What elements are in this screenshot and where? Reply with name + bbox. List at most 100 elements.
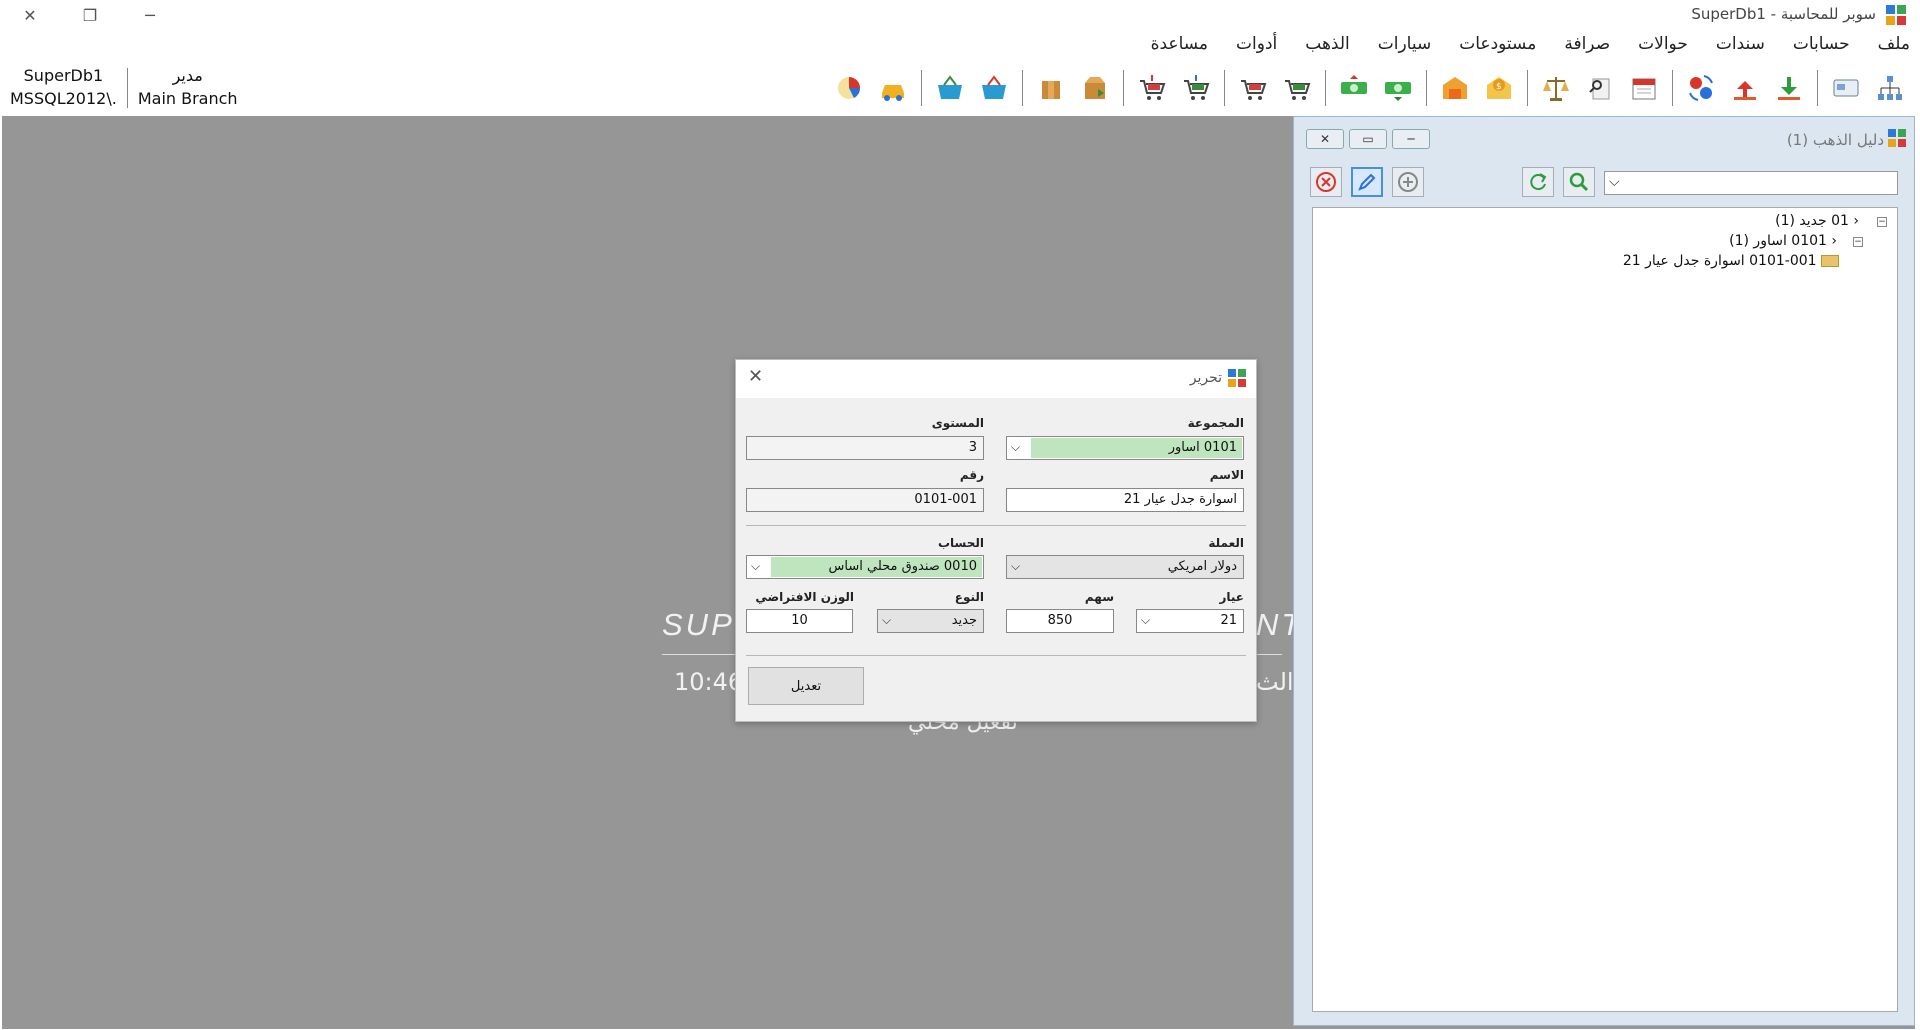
- warehouse-icon[interactable]: [1438, 71, 1472, 105]
- dialog-title: تحرير: [1189, 370, 1222, 386]
- chevron-down-icon[interactable]: ⌵: [1609, 174, 1620, 190]
- calendar-icon[interactable]: [1627, 71, 1661, 105]
- box-icon[interactable]: [1034, 71, 1068, 105]
- org-chart-icon[interactable]: [1873, 71, 1907, 105]
- number-field[interactable]: 0101-001: [746, 488, 984, 512]
- cart-4-icon[interactable]: [1135, 71, 1169, 105]
- delete-icon: [1316, 172, 1336, 192]
- menu-file[interactable]: ملف: [1878, 34, 1910, 60]
- cart-3-icon[interactable]: [1179, 71, 1213, 105]
- cash-out-icon[interactable]: [1337, 71, 1371, 105]
- menu-warehouses[interactable]: مستودعات: [1459, 34, 1536, 60]
- car-icon[interactable]: [876, 71, 910, 105]
- karat-select[interactable]: 21 ⌵: [1136, 609, 1244, 633]
- edit-dialog: ✕ تحرير المجموعة 0101 اساور ⌵ المستوى 3 …: [735, 359, 1257, 722]
- db-name: SuperDb1: [23, 66, 104, 85]
- name-field[interactable]: اسوارة جدل عيار 21: [1006, 488, 1244, 512]
- user-info: مدير Main Branch: [128, 64, 248, 114]
- basket-2-icon[interactable]: [933, 71, 967, 105]
- menu-accounts[interactable]: حسابات: [1793, 34, 1850, 60]
- search-input[interactable]: ⌵: [1604, 171, 1898, 195]
- cart-1-icon[interactable]: [1280, 71, 1314, 105]
- number-label: رقم: [959, 468, 984, 482]
- panel-close-button[interactable]: ✕: [1306, 129, 1344, 149]
- tree-node-level-0[interactable]: ‹ 01 جديد (1): [1775, 213, 1859, 229]
- chevron-left-icon: ‹: [1848, 213, 1859, 229]
- chevron-down-icon: ⌵: [1011, 559, 1021, 573]
- panel-minimize-button[interactable]: ─: [1392, 129, 1430, 149]
- toolbar-divider: [1672, 70, 1673, 106]
- group-label: المجموعة: [1187, 416, 1244, 430]
- arrow-down-icon[interactable]: [1772, 71, 1806, 105]
- pencil-icon: [1358, 173, 1376, 191]
- search-doc-icon[interactable]: [1583, 71, 1617, 105]
- toolbar-divider: [1817, 70, 1818, 106]
- folder-icon: [1821, 255, 1839, 267]
- edit-button[interactable]: [1351, 167, 1383, 197]
- card-icon[interactable]: [1829, 71, 1863, 105]
- weight-field[interactable]: 10: [746, 609, 853, 633]
- karat-value: 21: [1220, 613, 1237, 628]
- type-value: جديد: [951, 613, 977, 628]
- gold-tree: − ‹ 01 جديد (1) − ‹ 0101 اساور (1) 0101-…: [1312, 207, 1898, 1012]
- maximize-window-button[interactable]: ❐: [60, 0, 120, 30]
- gold-guide-panel: ✕ ▭ ─ دليل الذهب (1) ⌵ − ‹ 01 جديد (1) −…: [1293, 116, 1915, 1026]
- box-transfer-icon[interactable]: [1078, 71, 1112, 105]
- title-bar: ✕ ❐ ─ سوبر للمحاسبة - SuperDb1: [0, 0, 1920, 30]
- search-icon: [1569, 172, 1589, 192]
- account-select[interactable]: 0010 صندوق محلي اساس ⌵: [746, 555, 984, 579]
- level-field[interactable]: 3: [746, 436, 984, 460]
- tree-node-level-1[interactable]: ‹ 0101 اساور (1): [1729, 233, 1837, 249]
- basket-1-icon[interactable]: [977, 71, 1011, 105]
- scale-icon[interactable]: [1539, 71, 1573, 105]
- search-button[interactable]: [1563, 167, 1595, 197]
- exchange-icon[interactable]: [1684, 71, 1718, 105]
- submit-edit-button[interactable]: تعديل: [748, 667, 864, 705]
- share-field[interactable]: 850: [1006, 609, 1114, 633]
- dialog-divider: [746, 655, 1246, 656]
- karat-label: عيار: [1219, 590, 1244, 604]
- menu-bar: ملف حسابات سندات حوالات صرافة مستودعات س…: [1151, 34, 1910, 60]
- session-info: SuperDb1 MSSQL2012\. مدير Main Branch: [0, 64, 248, 114]
- type-label: النوع: [954, 590, 984, 604]
- refresh-button[interactable]: [1522, 167, 1554, 197]
- dialog-close-button[interactable]: ✕: [748, 366, 763, 387]
- menu-vouchers[interactable]: سندات: [1716, 34, 1765, 60]
- menu-help[interactable]: مساعدة: [1151, 34, 1208, 60]
- chart-icon[interactable]: [832, 71, 866, 105]
- group-select[interactable]: 0101 اساور ⌵: [1006, 436, 1244, 460]
- currency-select[interactable]: دولار امريكي ⌵: [1006, 555, 1244, 579]
- menu-gold[interactable]: الذهب: [1305, 34, 1349, 60]
- minimize-window-button[interactable]: ─: [120, 0, 180, 30]
- level-label: المستوى: [931, 416, 984, 430]
- cart-2-icon[interactable]: [1236, 71, 1270, 105]
- cash-in-icon[interactable]: [1381, 71, 1415, 105]
- splash-day: الث: [1256, 668, 1294, 696]
- name-label: الاسم: [1209, 468, 1244, 482]
- arrow-up-icon[interactable]: [1728, 71, 1762, 105]
- type-select[interactable]: جديد ⌵: [877, 609, 984, 633]
- tree-expander[interactable]: −: [1853, 237, 1863, 247]
- user-name: مدير: [172, 66, 203, 85]
- window-title: سوبر للمحاسبة - SuperDb1: [1691, 5, 1876, 23]
- tree-expander[interactable]: −: [1877, 217, 1887, 227]
- db-info: SuperDb1 MSSQL2012\.: [0, 64, 127, 114]
- chevron-down-icon: ⌵: [882, 613, 892, 627]
- tree-node-level-2[interactable]: 0101-001 اسوارة جدل عيار 21: [1623, 253, 1839, 269]
- app-logo-icon: [1886, 5, 1906, 25]
- panel-restore-button[interactable]: ▭: [1349, 129, 1387, 149]
- server-name: MSSQL2012\.: [10, 89, 117, 108]
- coin-envelope-icon[interactable]: $: [1482, 71, 1516, 105]
- chevron-down-icon: ⌵: [1141, 613, 1151, 627]
- toolbar-divider: [1123, 70, 1124, 106]
- add-button[interactable]: [1392, 167, 1424, 197]
- delete-button[interactable]: [1310, 167, 1342, 197]
- menu-cars[interactable]: سيارات: [1378, 34, 1432, 60]
- menu-transfers[interactable]: حوالات: [1638, 34, 1688, 60]
- splash-time: 10:46: [674, 668, 744, 696]
- menu-exchange[interactable]: صرافة: [1564, 34, 1610, 60]
- share-label: سهم: [1084, 590, 1114, 604]
- menu-tools[interactable]: أدوات: [1236, 34, 1277, 60]
- close-window-button[interactable]: ✕: [0, 0, 60, 30]
- toolbar-divider: [1527, 70, 1528, 106]
